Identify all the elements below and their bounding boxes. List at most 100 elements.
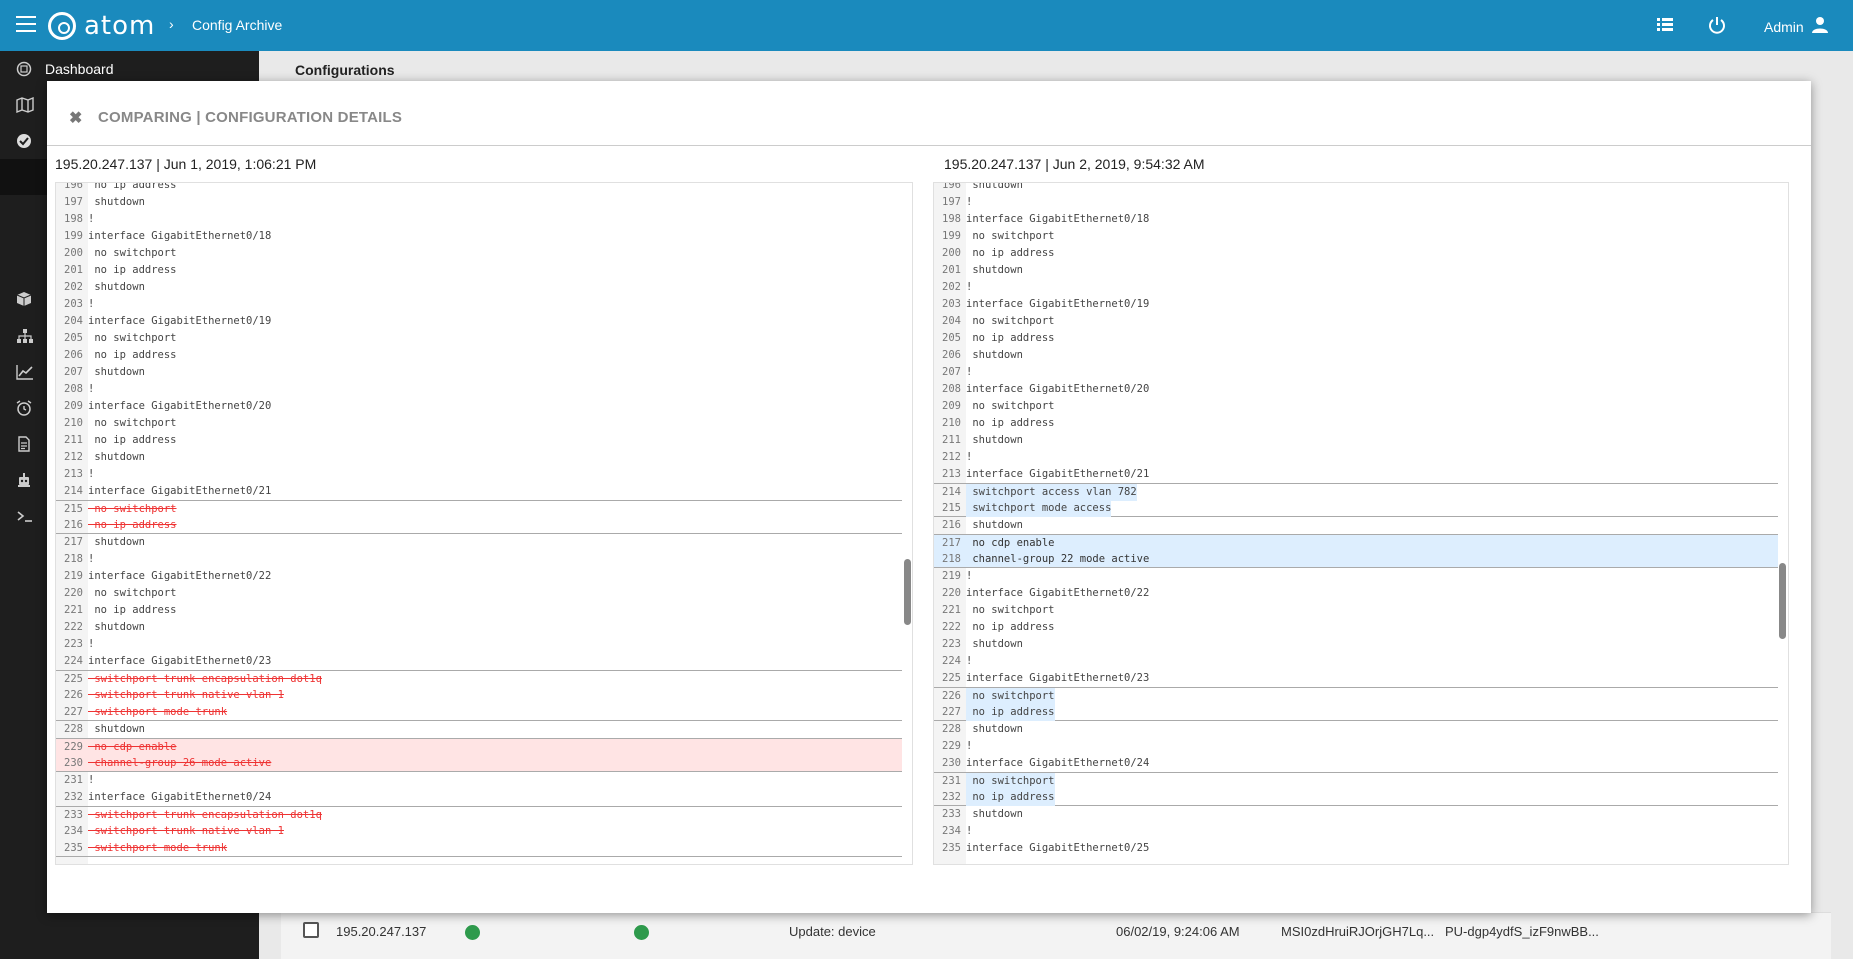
line-number: 234 — [64, 825, 83, 837]
line-number: 215 — [64, 503, 83, 515]
code-line: 208 interface GigabitEthernet0/20 — [934, 381, 1778, 398]
list-icon[interactable] — [1655, 15, 1675, 35]
code-line: 226 no switchport — [934, 687, 1778, 705]
code-line: 198! — [56, 211, 902, 228]
line-text: interface GigabitEthernet0/18 — [966, 213, 1150, 225]
line-number: 219 — [64, 570, 83, 582]
code-line: 222 no ip address — [934, 619, 1778, 636]
line-text: ! — [88, 774, 95, 786]
line-text: no ip address — [966, 789, 1055, 806]
line-number: 218 — [64, 553, 83, 565]
menu-icon[interactable] — [16, 16, 36, 32]
right-config-header: 195.20.247.137 | Jun 2, 2019, 9:54:32 AM — [944, 156, 1205, 172]
code-line: 200 no switchport — [56, 245, 902, 262]
line-number: 221 — [942, 604, 961, 616]
line-text: ! — [966, 366, 973, 378]
line-text: no cdp enable — [966, 537, 1055, 549]
status-dot — [634, 925, 649, 940]
line-number: 223 — [942, 638, 961, 650]
code-line: 208! — [56, 381, 902, 398]
code-line: 212 shutdown — [56, 449, 902, 466]
code-line: 223! — [56, 636, 902, 653]
line-number: 229 — [942, 740, 961, 752]
user-name[interactable]: Admin — [1764, 19, 1804, 35]
line-number: 196 — [942, 182, 961, 191]
code-line: 218! — [56, 551, 902, 568]
line-number: 231 — [942, 775, 961, 787]
code-line: 231! — [56, 772, 902, 789]
code-line: 228 shutdown — [56, 721, 902, 738]
line-number: 228 — [942, 723, 961, 735]
breadcrumb[interactable]: Config Archive — [192, 17, 282, 33]
line-text: shutdown — [966, 723, 1023, 735]
code-line: 233 switchport trunk encapsulation dot1q — [56, 806, 902, 823]
line-number: 197 — [942, 196, 961, 208]
line-number: 213 — [64, 468, 83, 480]
code-line: 213 interface GigabitEthernet0/21 — [934, 466, 1778, 483]
code-line: 219 interface GigabitEthernet0/22 — [56, 568, 902, 585]
code-line: 215 switchport mode access — [934, 500, 1778, 517]
code-line: 210 no ip address — [934, 415, 1778, 432]
line-text: ! — [88, 638, 95, 650]
line-number: 218 — [942, 553, 961, 565]
document-icon — [16, 436, 34, 454]
scrollbar[interactable] — [1778, 183, 1787, 864]
scrollbar-thumb[interactable] — [904, 559, 911, 625]
code-line: 229! — [934, 738, 1778, 755]
line-text: switchport mode trunk — [88, 842, 228, 854]
line-text: no switchport — [88, 587, 177, 599]
code-line: 225 switchport trunk encapsulation dot1q — [56, 670, 902, 687]
code-line: 217 no cdp enable — [934, 534, 1778, 551]
line-text: no ip address — [966, 417, 1055, 429]
line-text: interface GigabitEthernet0/23 — [88, 655, 272, 667]
line-text: ! — [88, 213, 95, 225]
line-number: 217 — [942, 537, 961, 549]
right-diff-pane[interactable]: 196 shutdown 197! 198 interface GigabitEthe… — [933, 182, 1789, 865]
line-text: ! — [88, 553, 95, 565]
table-row[interactable]: 195.20.247.137 Update: device 06/02/19, … — [281, 912, 1831, 959]
left-diff-pane[interactable]: 196 no ip address 197 shutdown 198! 199 inte… — [55, 182, 913, 865]
power-icon[interactable] — [1707, 15, 1727, 35]
line-number: 225 — [942, 672, 961, 684]
line-text: no switchport — [966, 773, 1055, 790]
line-number: 207 — [942, 366, 961, 378]
scrollbar-thumb[interactable] — [1779, 563, 1786, 639]
line-number: 214 — [942, 486, 961, 498]
line-text: no switchport — [966, 315, 1055, 327]
line-text: shutdown — [88, 621, 145, 633]
code-line: 206 no ip address — [56, 347, 902, 364]
status-dot — [465, 925, 480, 940]
code-line: 199 no switchport — [934, 228, 1778, 245]
code-line: 205 no ip address — [934, 330, 1778, 347]
code-line: 212! — [934, 449, 1778, 466]
line-text: shutdown — [88, 281, 145, 293]
line-text: ! — [966, 451, 973, 463]
code-line: 210 no switchport — [56, 415, 902, 432]
line-text: no switchport — [88, 332, 177, 344]
code-line: 234! — [934, 823, 1778, 840]
line-number: 215 — [942, 502, 961, 514]
top-bar: atom › Config Archive Admin — [0, 0, 1853, 51]
code-line: 232 interface GigabitEthernet0/24 — [56, 789, 902, 806]
line-number: 211 — [942, 434, 961, 446]
line-number: 219 — [942, 570, 961, 582]
line-text: interface GigabitEthernet0/20 — [88, 400, 272, 412]
line-text: no ip address — [966, 621, 1055, 633]
close-icon[interactable]: ✖ — [69, 108, 82, 128]
line-number: 222 — [942, 621, 961, 633]
code-line: 197! — [934, 194, 1778, 211]
scrollbar[interactable] — [903, 183, 912, 864]
code-line: 196 no ip address — [56, 183, 902, 194]
line-number: 199 — [64, 230, 83, 242]
line-text: no ip address — [88, 264, 177, 276]
logo[interactable]: atom — [48, 11, 155, 41]
line-number: 213 — [942, 468, 961, 480]
line-text: no ip address — [88, 434, 177, 446]
code-line: 203! — [56, 296, 902, 313]
row-checkbox[interactable] — [303, 922, 319, 938]
hierarchy-icon — [16, 328, 34, 346]
line-number: 224 — [942, 655, 961, 667]
user-icon[interactable] — [1810, 15, 1830, 40]
robot-icon — [16, 472, 34, 490]
code-line: 214 switchport access vlan 782 — [934, 483, 1778, 501]
